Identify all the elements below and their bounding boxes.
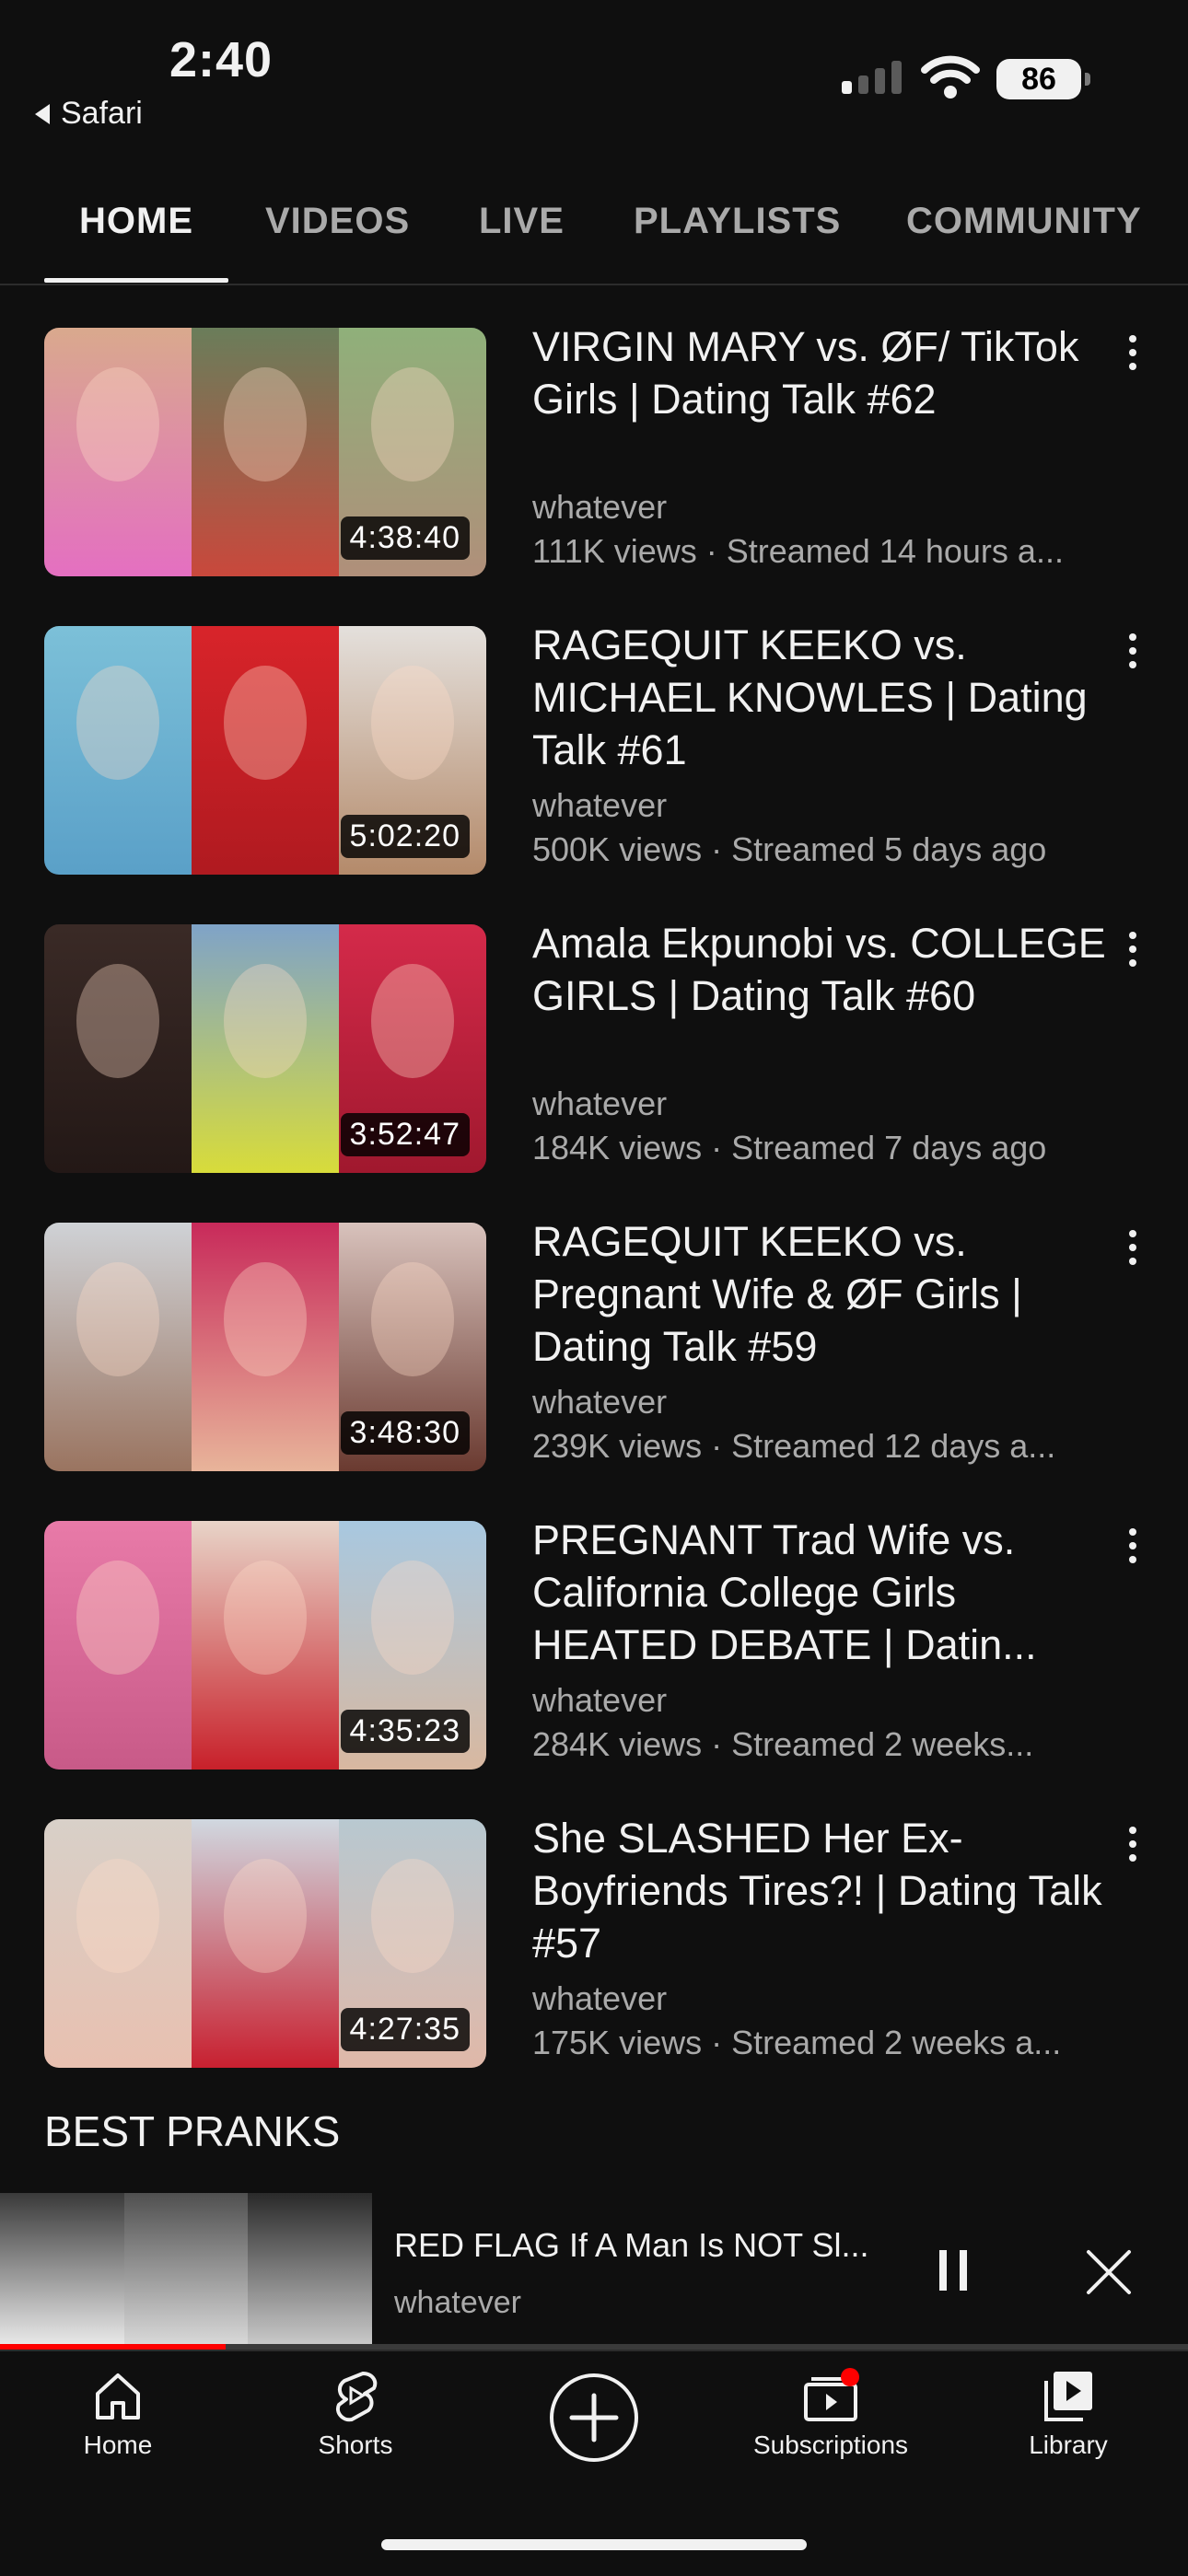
channel-tabs: HOME VIDEOS LIVE PLAYLISTS COMMUNITY: [0, 169, 1188, 285]
pause-icon[interactable]: [939, 2250, 967, 2291]
mini-player-channel: whatever: [394, 2285, 521, 2320]
video-duration: 3:48:30: [340, 1411, 470, 1455]
video-duration: 4:38:40: [340, 516, 470, 560]
video-duration: 4:27:35: [340, 2008, 470, 2051]
nav-home-label: Home: [83, 2431, 153, 2459]
video-meta: 239K views · Streamed 12 days a...: [532, 1427, 1056, 1465]
status-bar: 2:40 Safari 86: [0, 0, 1188, 166]
video-title[interactable]: She SLASHED Her Ex-Boyfriends Tires?! | …: [532, 1812, 1131, 1969]
video-channel: whatever: [532, 1085, 668, 1122]
tab-live[interactable]: LIVE: [479, 201, 565, 242]
library-icon: [1044, 2372, 1092, 2421]
home-indicator[interactable]: [381, 2539, 807, 2550]
more-options-icon[interactable]: [1127, 1528, 1138, 1563]
video-title[interactable]: RAGEQUIT KEEKO vs. Pregnant Wife & ØF Gi…: [532, 1215, 1131, 1373]
video-meta: 184K views · Streamed 7 days ago: [532, 1129, 1047, 1166]
video-thumbnail[interactable]: 5:02:20: [44, 626, 486, 875]
video-thumbnail[interactable]: 4:27:35: [44, 1819, 486, 2068]
video-thumbnail[interactable]: 3:52:47: [44, 924, 486, 1173]
video-item[interactable]: 3:48:30 RAGEQUIT KEEKO vs. Pregnant Wife…: [44, 1218, 1159, 1471]
home-icon: [96, 2373, 140, 2419]
video-item[interactable]: 3:52:47 Amala Ekpunobi vs. COLLEGE GIRLS…: [44, 920, 1159, 1173]
more-options-icon[interactable]: [1127, 1827, 1138, 1862]
back-to-safari[interactable]: Safari: [35, 96, 143, 132]
video-duration: 4:35:23: [340, 1710, 470, 1753]
cellular-signal-icon: [842, 61, 902, 94]
nav-create[interactable]: [502, 2368, 686, 2464]
more-options-icon[interactable]: [1127, 932, 1138, 967]
video-channel: whatever: [532, 488, 668, 526]
mini-player[interactable]: RED FLAG If A Man Is NOT Sl... whatever: [0, 2193, 1188, 2350]
video-channel: whatever: [532, 1383, 668, 1421]
video-title[interactable]: Amala Ekpunobi vs. COLLEGE GIRLS | Datin…: [532, 917, 1131, 1022]
video-channel: whatever: [532, 1979, 668, 2017]
nav-subscriptions-label: Subscriptions: [752, 2431, 909, 2459]
video-item[interactable]: 4:38:40 VIRGIN MARY vs. ØF/ TikTok Girls…: [44, 323, 1159, 576]
video-item[interactable]: 5:02:20 RAGEQUIT KEEKO vs. MICHAEL KNOWL…: [44, 621, 1159, 875]
tab-community[interactable]: COMMUNITY: [906, 201, 1142, 242]
clock: 2:40: [169, 32, 274, 87]
back-label: Safari: [61, 96, 143, 131]
nav-shorts-label: Shorts: [318, 2431, 393, 2459]
video-item[interactable]: 4:27:35 She SLASHED Her Ex-Boyfriends Ti…: [44, 1815, 1159, 2068]
nav-library[interactable]: Library: [976, 2368, 1160, 2460]
subscriptions-icon: [804, 2368, 859, 2421]
mini-player-thumbnail[interactable]: [0, 2193, 372, 2344]
video-meta: 175K views · Streamed 2 weeks a...: [532, 2024, 1062, 2061]
active-tab-indicator: [44, 278, 228, 283]
tab-playlists[interactable]: PLAYLISTS: [634, 201, 841, 242]
mini-player-title[interactable]: RED FLAG If A Man Is NOT Sl...: [394, 2226, 868, 2265]
video-title[interactable]: VIRGIN MARY vs. ØF/ TikTok Girls | Datin…: [532, 320, 1131, 425]
video-meta: 500K views · Streamed 5 days ago: [532, 830, 1047, 868]
close-icon[interactable]: [1083, 2246, 1135, 2298]
video-duration: 5:02:20: [340, 815, 470, 858]
nav-home[interactable]: Home: [26, 2368, 210, 2460]
video-title[interactable]: RAGEQUIT KEEKO vs. MICHAEL KNOWLES | Dat…: [532, 619, 1131, 776]
more-options-icon[interactable]: [1127, 1230, 1138, 1265]
back-arrow-icon: [35, 103, 50, 124]
section-title: BEST PRANKS: [44, 2107, 341, 2155]
video-item[interactable]: 4:35:23 PREGNANT Trad Wife vs. Californi…: [44, 1516, 1159, 1770]
nav-library-label: Library: [1029, 2431, 1108, 2459]
video-meta: 284K views · Streamed 2 weeks...: [532, 1725, 1034, 1763]
add-icon: [550, 2373, 638, 2462]
video-duration: 3:52:47: [340, 1113, 470, 1156]
video-channel: whatever: [532, 1681, 668, 1719]
video-title[interactable]: PREGNANT Trad Wife vs. California Colleg…: [532, 1514, 1131, 1671]
video-thumbnail[interactable]: 3:48:30: [44, 1223, 486, 1471]
more-options-icon[interactable]: [1127, 335, 1138, 370]
battery-indicator: 86: [996, 59, 1090, 99]
nav-shorts[interactable]: Shorts: [263, 2368, 448, 2460]
video-meta: 111K views · Streamed 14 hours a...: [532, 532, 1064, 570]
shorts-icon: [336, 2372, 378, 2422]
nav-subscriptions[interactable]: Subscriptions: [739, 2368, 923, 2460]
tab-home[interactable]: HOME: [79, 201, 193, 242]
wifi-icon: [921, 55, 980, 99]
video-thumbnail[interactable]: 4:38:40: [44, 328, 486, 576]
video-thumbnail[interactable]: 4:35:23: [44, 1521, 486, 1770]
tab-videos[interactable]: VIDEOS: [265, 201, 410, 242]
more-options-icon[interactable]: [1127, 633, 1138, 668]
video-channel: whatever: [532, 786, 668, 824]
